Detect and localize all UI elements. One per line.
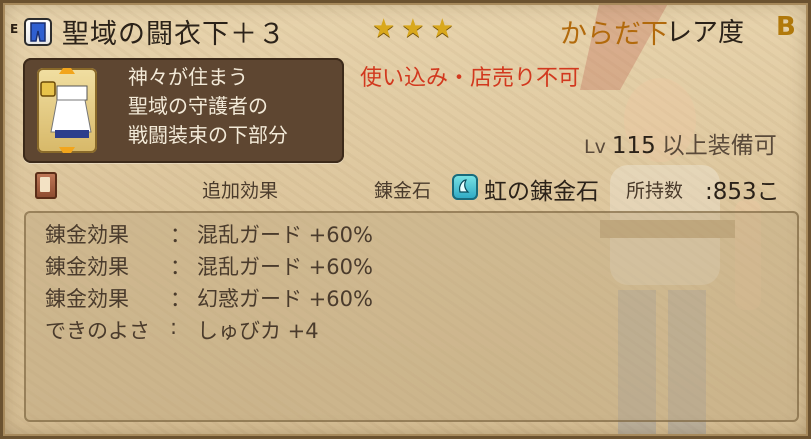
effect-colon: ：: [170, 255, 191, 279]
leg-armor-icon: [24, 18, 52, 46]
scroll-down-arrow-icon: [59, 147, 75, 159]
alchemy-stone-label: 錬金石: [374, 180, 432, 202]
item-icon-frame[interactable]: [37, 62, 97, 159]
description-line-2: 聖域の守護者の: [128, 94, 268, 118]
item-stars: ★★★: [372, 14, 460, 44]
effect-value: しゅびカ +4: [197, 319, 319, 343]
level-value: 115: [611, 133, 656, 159]
equipped-marker: E: [10, 22, 19, 36]
level-suffix: 以上装備可: [661, 133, 777, 159]
description-line-3: 戦闘装束の下部分: [128, 123, 288, 147]
item-description: 神々が住まう 聖域の守護者の 戦闘装束の下部分: [128, 63, 340, 150]
effect-colon: ：: [170, 287, 191, 311]
alchemy-stone-icon: [452, 174, 478, 200]
level-requirement: Lv 115 以上装備可: [584, 126, 777, 160]
rarity-label: レア度: [666, 18, 745, 48]
effect-label: 錬金効果: [45, 287, 129, 311]
alchemy-stone-glyph: [459, 179, 470, 193]
additional-effects-header: 追加効果: [202, 180, 279, 202]
effect-label: できのよさ: [45, 319, 150, 343]
effect-label: 錬金効果: [45, 255, 129, 279]
effect-value: 幻惑ガード +60%: [197, 287, 373, 311]
lock-icon: [40, 81, 56, 97]
rarity-value: B: [776, 12, 796, 42]
owned-count-value: :853こ: [705, 179, 780, 205]
book-icon[interactable]: [35, 172, 57, 199]
effect-value: 混乱ガード +60%: [197, 255, 373, 279]
leg-armor-glyph: [30, 22, 46, 42]
owned-count-label: 所持数: [626, 180, 684, 202]
effect-colon: :: [170, 315, 178, 339]
item-detail-window: E 聖域の闘衣下＋３ ★★★ からだ下 レア度 B 神々が住まう 聖域の守護者の…: [0, 0, 811, 439]
effect-label: 錬金効果: [45, 223, 129, 247]
robe-item-icon: [40, 62, 92, 159]
description-line-1: 神々が住まう: [128, 65, 248, 89]
item-name: 聖域の闘衣下＋３: [62, 19, 286, 50]
effect-colon: ：: [170, 223, 191, 247]
scroll-up-arrow-icon: [59, 62, 75, 74]
effect-value: 混乱ガード +60%: [197, 223, 373, 247]
alchemy-stone-name: 虹の錬金石: [484, 179, 599, 205]
item-category: からだ下: [560, 19, 668, 50]
trade-restriction: 使い込み・店売り不可: [360, 66, 581, 91]
level-prefix: Lv: [584, 136, 606, 158]
